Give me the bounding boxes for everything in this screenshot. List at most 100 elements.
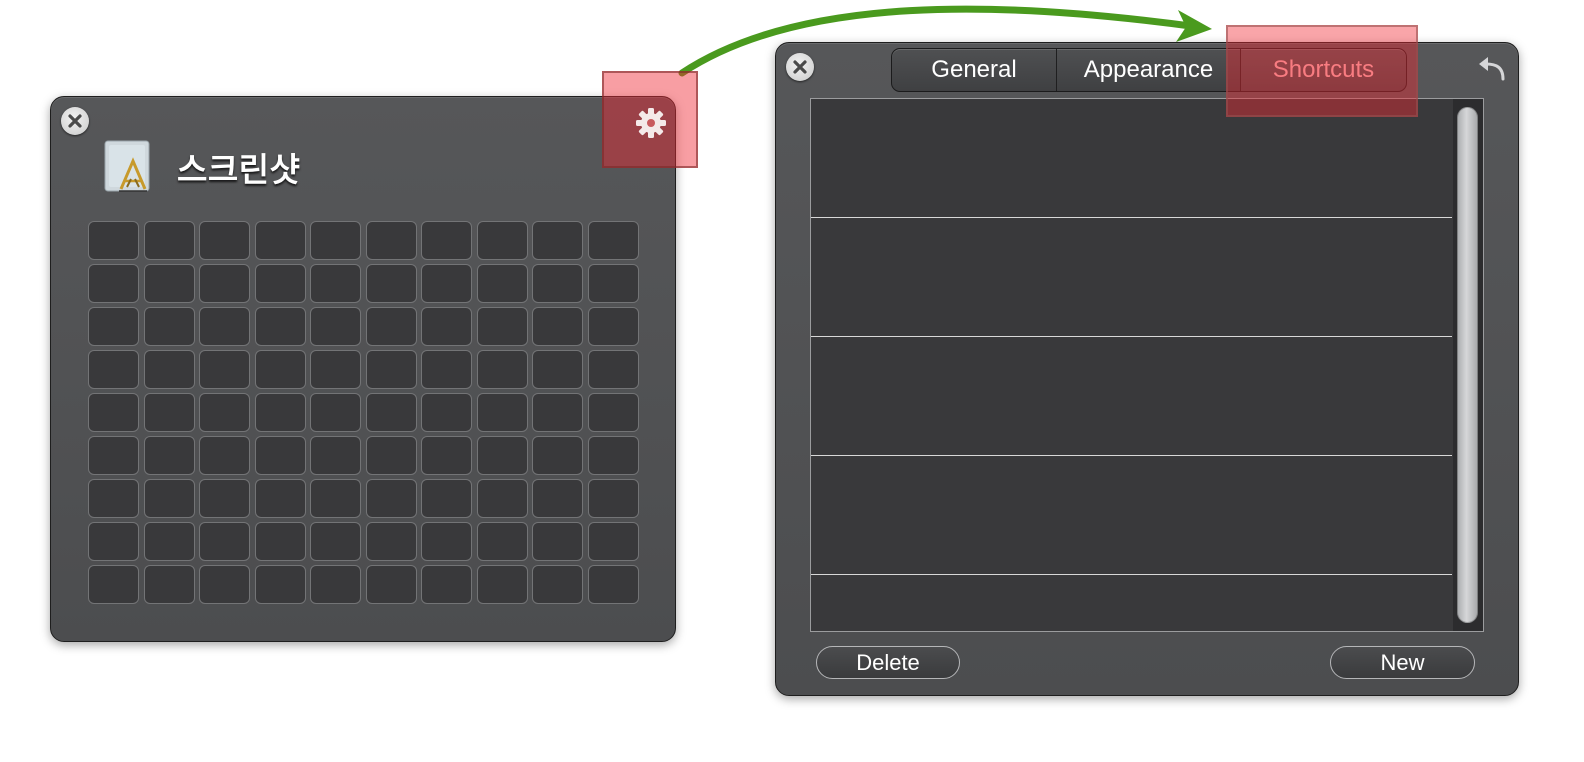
launcher-slot[interactable]: [199, 350, 250, 389]
launcher-slot[interactable]: [199, 479, 250, 518]
launcher-slot[interactable]: [310, 522, 361, 561]
delete-button[interactable]: Delete: [816, 646, 960, 679]
launcher-slot[interactable]: [199, 221, 250, 260]
launcher-slot[interactable]: [421, 393, 472, 432]
launcher-slot[interactable]: [365, 307, 417, 346]
launcher-slot[interactable]: [421, 479, 472, 518]
launcher-slot[interactable]: [532, 565, 583, 604]
close-button[interactable]: [61, 107, 89, 135]
new-button[interactable]: New: [1330, 646, 1475, 679]
launcher-slot[interactable]: [476, 522, 528, 561]
tab-general[interactable]: General: [892, 49, 1056, 91]
launcher-slot[interactable]: [199, 393, 250, 432]
launcher-slot[interactable]: [88, 565, 139, 604]
launcher-slot[interactable]: [365, 565, 417, 604]
launcher-slot[interactable]: [587, 221, 639, 260]
launcher-slot[interactable]: [254, 522, 306, 561]
launcher-slot[interactable]: [254, 221, 306, 260]
launcher-slot[interactable]: [143, 350, 195, 389]
launcher-slot[interactable]: [587, 264, 639, 303]
tab-shortcuts[interactable]: Shortcuts: [1240, 49, 1406, 91]
launcher-slot[interactable]: [199, 436, 250, 475]
launcher-slot[interactable]: [476, 565, 528, 604]
launcher-slot[interactable]: [310, 479, 361, 518]
launcher-slot[interactable]: [310, 393, 361, 432]
launcher-slot[interactable]: [587, 350, 639, 389]
launcher-slot[interactable]: [310, 350, 361, 389]
launcher-slot[interactable]: [532, 479, 583, 518]
launcher-slot[interactable]: [587, 565, 639, 604]
launcher-slot[interactable]: [254, 565, 306, 604]
launcher-slot[interactable]: [365, 393, 417, 432]
launcher-slot[interactable]: [199, 307, 250, 346]
launcher-slot[interactable]: [421, 264, 472, 303]
launcher-slot[interactable]: [421, 350, 472, 389]
launcher-slot[interactable]: [365, 522, 417, 561]
launcher-slot[interactable]: [143, 264, 195, 303]
shortcut-row[interactable]: [811, 456, 1452, 575]
launcher-slot[interactable]: [254, 350, 306, 389]
launcher-slot[interactable]: [532, 436, 583, 475]
launcher-slot[interactable]: [143, 479, 195, 518]
undo-button[interactable]: [1476, 55, 1508, 83]
launcher-slot[interactable]: [365, 436, 417, 475]
launcher-slot[interactable]: [88, 522, 139, 561]
launcher-slot[interactable]: [88, 436, 139, 475]
launcher-slot[interactable]: [476, 221, 528, 260]
launcher-slot[interactable]: [143, 436, 195, 475]
launcher-slot[interactable]: [88, 350, 139, 389]
launcher-slot[interactable]: [143, 565, 195, 604]
launcher-slot[interactable]: [421, 307, 472, 346]
launcher-slot[interactable]: [365, 479, 417, 518]
launcher-slot[interactable]: [365, 350, 417, 389]
launcher-slot[interactable]: [587, 307, 639, 346]
launcher-slot[interactable]: [88, 264, 139, 303]
launcher-slot[interactable]: [143, 522, 195, 561]
launcher-slot[interactable]: [365, 221, 417, 260]
launcher-slot[interactable]: [143, 221, 195, 260]
launcher-slot[interactable]: [532, 522, 583, 561]
launcher-slot[interactable]: [421, 436, 472, 475]
launcher-slot[interactable]: [365, 264, 417, 303]
shortcut-row[interactable]: [811, 575, 1452, 631]
launcher-slot[interactable]: [532, 264, 583, 303]
launcher-slot[interactable]: [476, 393, 528, 432]
tab-appearance[interactable]: Appearance: [1056, 49, 1240, 91]
scrollbar-thumb[interactable]: [1457, 107, 1478, 623]
launcher-slot[interactable]: [587, 393, 639, 432]
launcher-slot[interactable]: [143, 307, 195, 346]
launcher-slot[interactable]: [476, 307, 528, 346]
launcher-slot[interactable]: [476, 350, 528, 389]
launcher-slot[interactable]: [532, 307, 583, 346]
launcher-slot[interactable]: [310, 307, 361, 346]
launcher-slot[interactable]: [532, 393, 583, 432]
launcher-slot[interactable]: [310, 221, 361, 260]
launcher-slot[interactable]: [254, 264, 306, 303]
scrollbar-track[interactable]: [1453, 99, 1483, 631]
launcher-slot[interactable]: [532, 221, 583, 260]
launcher-slot[interactable]: [421, 221, 472, 260]
launcher-slot[interactable]: [421, 565, 472, 604]
launcher-slot[interactable]: [310, 436, 361, 475]
launcher-slot[interactable]: [199, 522, 250, 561]
launcher-slot[interactable]: [88, 479, 139, 518]
launcher-slot[interactable]: [254, 307, 306, 346]
launcher-slot[interactable]: [310, 565, 361, 604]
launcher-slot[interactable]: [254, 479, 306, 518]
launcher-slot[interactable]: [88, 393, 139, 432]
launcher-slot[interactable]: [254, 393, 306, 432]
launcher-slot[interactable]: [254, 436, 306, 475]
launcher-slot[interactable]: [88, 307, 139, 346]
launcher-slot[interactable]: [587, 436, 639, 475]
launcher-slot[interactable]: [421, 522, 472, 561]
close-button[interactable]: [786, 53, 814, 81]
launcher-slot[interactable]: [476, 436, 528, 475]
launcher-slot[interactable]: [532, 350, 583, 389]
launcher-slot[interactable]: [199, 565, 250, 604]
launcher-slot[interactable]: [476, 264, 528, 303]
launcher-slot[interactable]: [587, 479, 639, 518]
launcher-slot[interactable]: [587, 522, 639, 561]
shortcut-row[interactable]: [811, 337, 1452, 456]
launcher-slot[interactable]: [199, 264, 250, 303]
settings-button[interactable]: [602, 71, 698, 168]
